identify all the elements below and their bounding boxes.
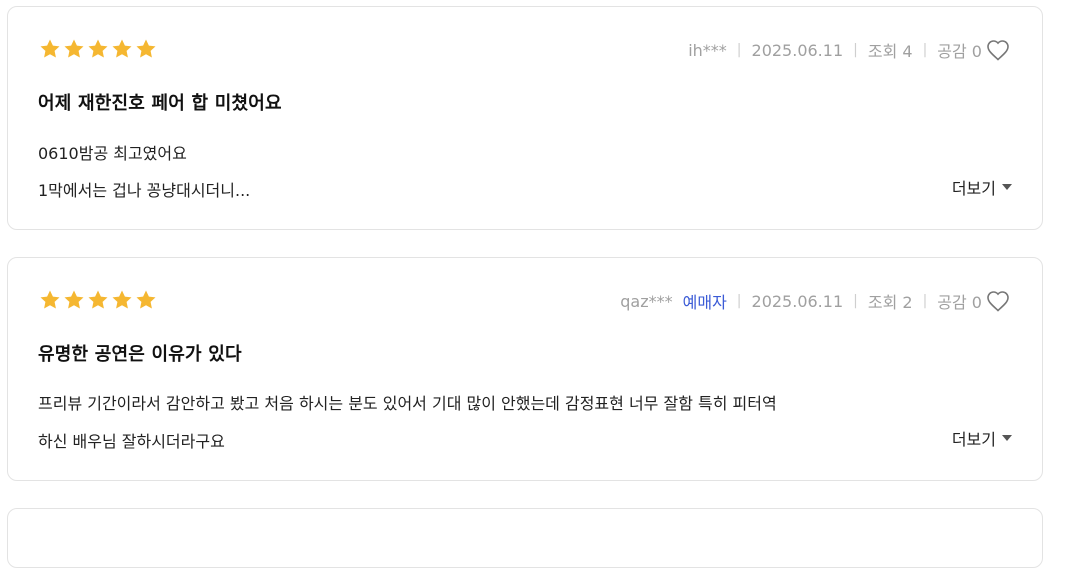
star-icon <box>134 288 158 312</box>
review-body-line: 0610밤공 최고였어요 <box>38 144 187 163</box>
more-button[interactable]: 더보기 <box>952 426 1012 450</box>
more-label: 더보기 <box>951 430 996 449</box>
star-icon <box>62 37 86 61</box>
divider: | <box>922 42 928 58</box>
divider: | <box>922 293 928 309</box>
like-button[interactable]: 공감 0 <box>937 289 1010 313</box>
review-body-line: 프리뷰 기간이라서 감안하고 봤고 처음 하시는 분도 있어서 기대 많이 안했… <box>38 394 777 413</box>
caret-down-icon <box>1002 184 1012 190</box>
review-title: 유명한 공연은 이유가 있다 <box>38 344 242 365</box>
review-card <box>7 508 1043 568</box>
like-count: 공감 0 <box>937 42 982 61</box>
review-meta: ih*** | 2025.06.11 | 조회 4 | 공감 0 <box>688 37 1010 63</box>
star-icon <box>38 288 62 312</box>
review-body-line: 1막에서는 겁나 꽁냥대시더니... <box>38 181 251 200</box>
review-date: 2025.06.11 <box>751 291 844 311</box>
review-card: qaz*** 예매자 | 2025.06.11 | 조회 2 | 공감 0 유명… <box>7 257 1043 481</box>
view-count: 조회 2 <box>867 293 913 312</box>
more-label: 더보기 <box>951 179 996 198</box>
more-button[interactable]: 더보기 <box>952 175 1012 199</box>
divider: | <box>736 293 742 309</box>
review-date: 2025.06.11 <box>751 40 844 60</box>
buyer-badge: 예매자 <box>682 293 727 312</box>
star-icon <box>86 288 110 312</box>
like-count: 공감 0 <box>937 293 982 312</box>
review-body-line: 하신 배우님 잘하시더라구요 <box>38 432 225 451</box>
view-count: 조회 4 <box>867 42 913 61</box>
divider: | <box>853 42 858 58</box>
heart-icon[interactable] <box>986 290 1010 312</box>
star-icon <box>134 37 158 61</box>
star-icon <box>86 37 110 61</box>
review-title: 어제 재한진호 페어 합 미쳤어요 <box>38 93 282 114</box>
divider: | <box>853 293 858 309</box>
divider: | <box>736 42 742 58</box>
caret-down-icon <box>1002 435 1012 441</box>
review-meta: qaz*** 예매자 | 2025.06.11 | 조회 2 | 공감 0 <box>620 288 1010 314</box>
star-icon <box>110 288 134 312</box>
star-icon <box>62 288 86 312</box>
reviewer-id: qaz*** <box>620 291 673 311</box>
star-icon <box>110 37 134 61</box>
reviewer-id: ih*** <box>688 40 727 60</box>
like-button[interactable]: 공감 0 <box>937 38 1010 62</box>
star-rating <box>38 37 158 61</box>
heart-icon[interactable] <box>986 39 1010 61</box>
star-rating <box>38 288 158 312</box>
review-card: ih*** | 2025.06.11 | 조회 4 | 공감 0 어제 재한진호… <box>7 6 1043 230</box>
star-icon <box>38 37 62 61</box>
